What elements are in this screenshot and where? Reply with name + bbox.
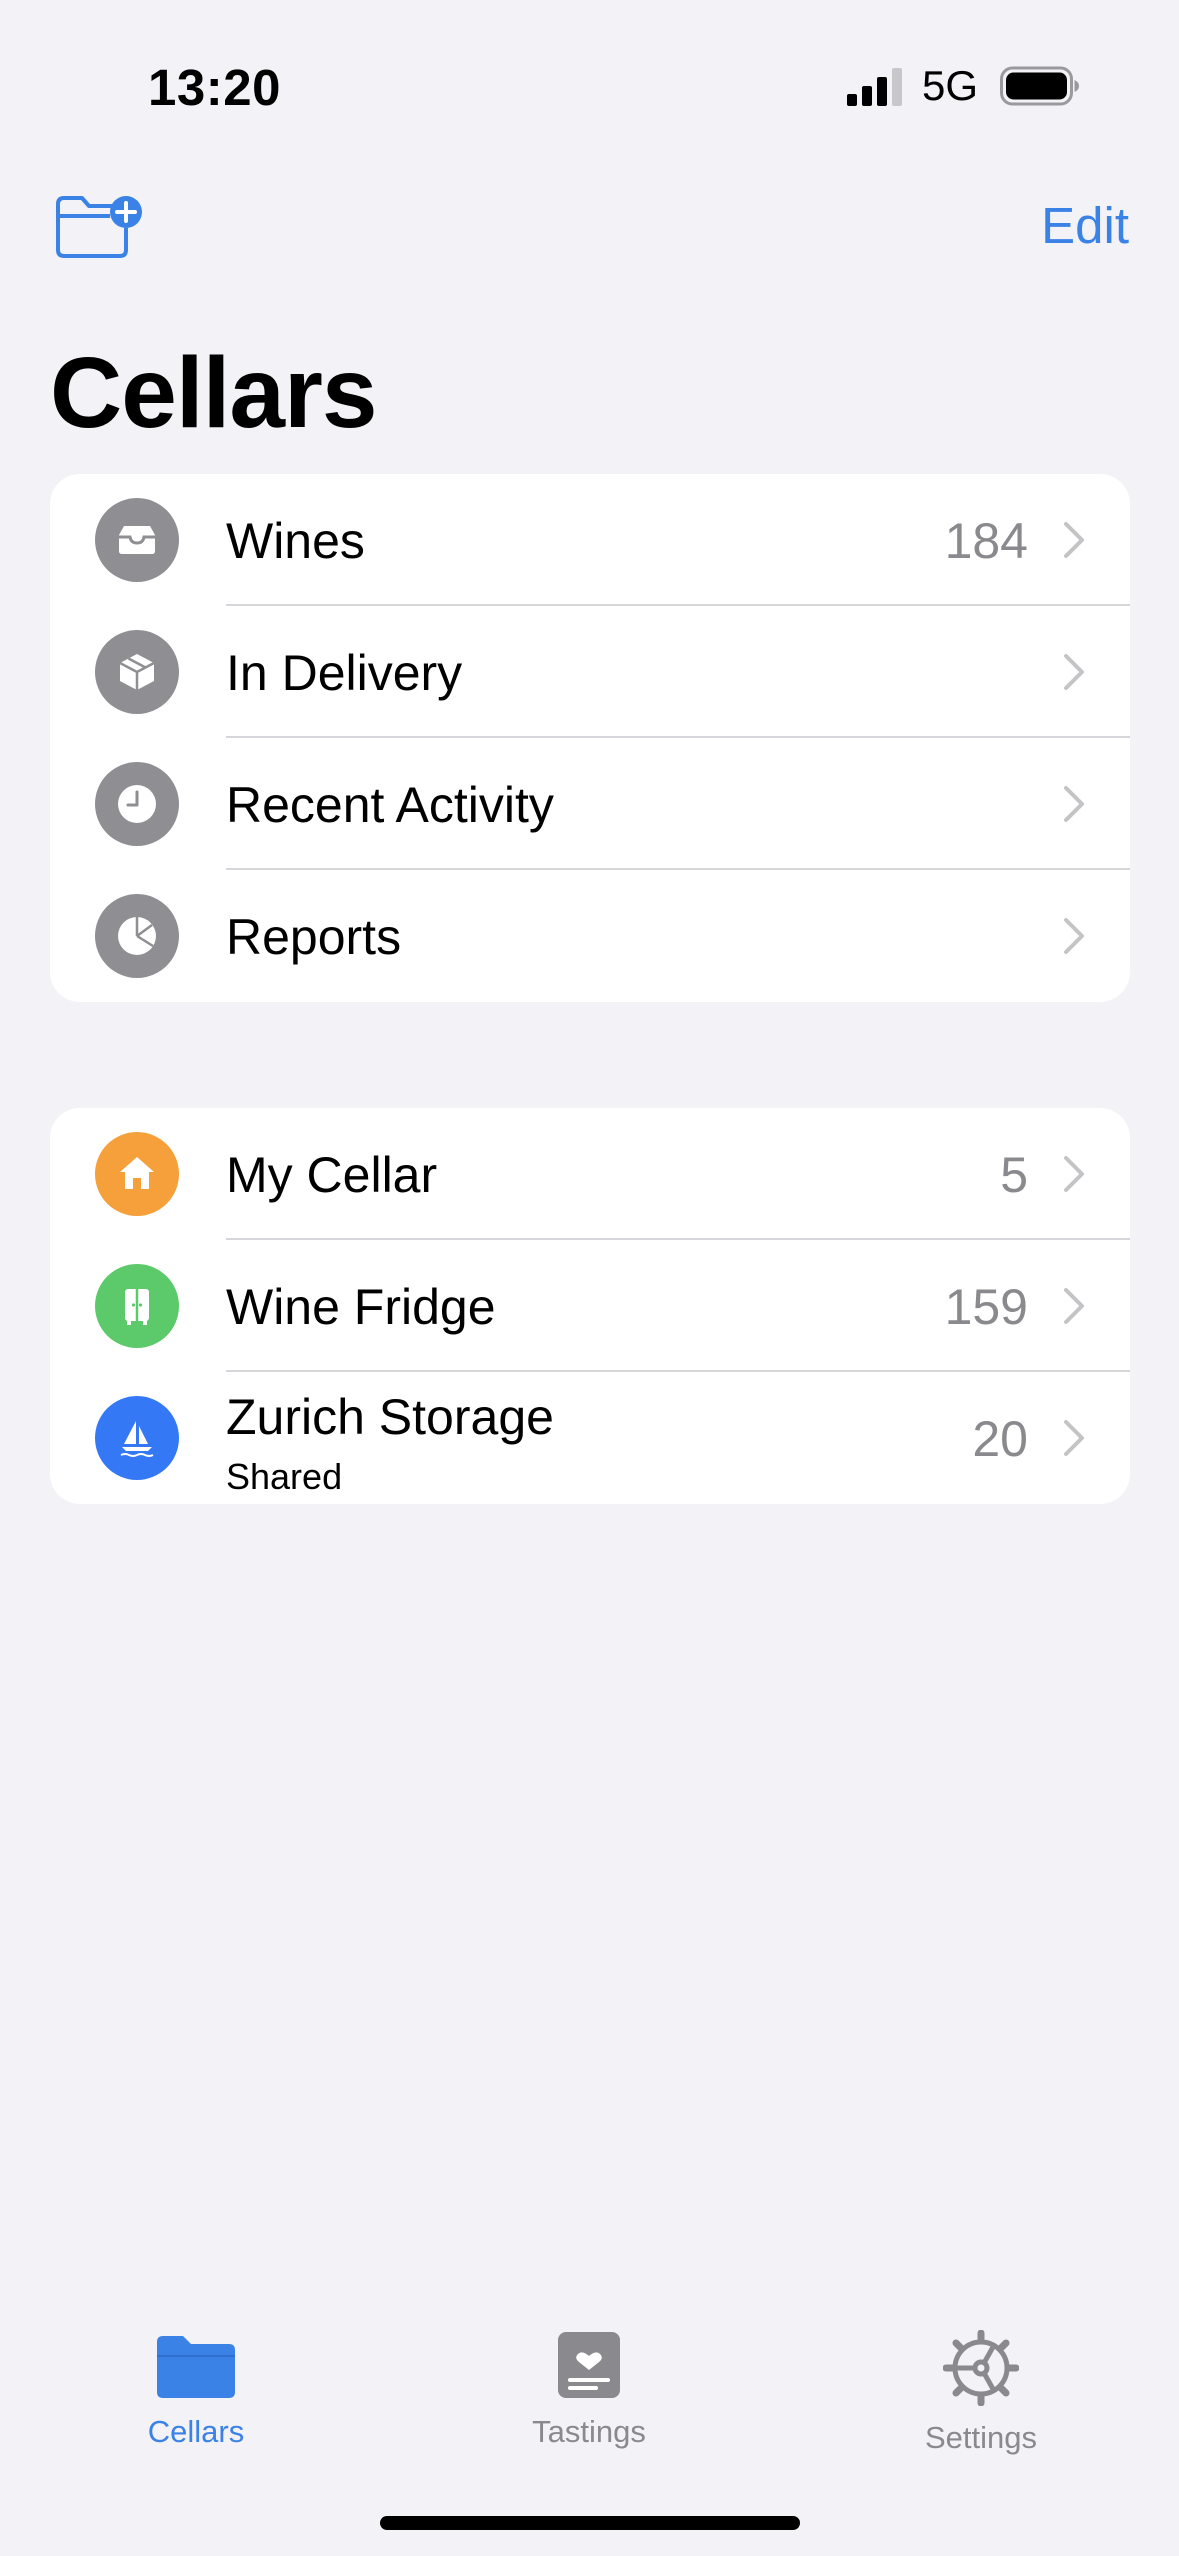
chevron-right-icon <box>1064 1288 1084 1324</box>
list-item-count: 20 <box>972 1411 1028 1467</box>
chevron-right-icon <box>1064 918 1084 954</box>
tab-cellars[interactable]: Cellars <box>76 2330 316 2450</box>
list-item-wine-fridge[interactable]: Wine Fridge 159 <box>50 1240 1130 1372</box>
status-bar: 13:20 5G <box>0 0 1179 170</box>
list-item-subtitle: Shared <box>226 1456 343 1497</box>
tab-settings[interactable]: Settings <box>861 2330 1101 2456</box>
list-item-count: 159 <box>944 1279 1028 1335</box>
list-item-reports[interactable]: Reports <box>50 870 1130 1002</box>
list-item-wines[interactable]: Wines 184 <box>50 474 1130 606</box>
chevron-right-icon <box>1064 654 1084 690</box>
list-item-count: 5 <box>1000 1147 1028 1203</box>
tab-tastings[interactable]: Tastings <box>469 2330 709 2450</box>
pie-chart-icon <box>95 894 179 978</box>
list-item-my-cellar[interactable]: My Cellar 5 <box>50 1108 1130 1240</box>
house-icon <box>95 1132 179 1216</box>
folder-icon <box>157 2336 235 2398</box>
clock-icon <box>95 762 179 846</box>
tab-label: Cellars <box>147 2414 245 2449</box>
page-title: Cellars <box>50 337 378 449</box>
list-item-label: Zurich Storage <box>226 1389 554 1445</box>
gear-icon <box>943 2330 1019 2406</box>
cellular-signal-icon <box>847 68 902 106</box>
new-folder-icon[interactable] <box>54 192 146 260</box>
chevron-right-icon <box>1064 522 1084 558</box>
list-item-label: My Cellar <box>226 1147 438 1203</box>
sailboat-icon <box>95 1396 179 1480</box>
tasting-note-icon <box>558 2332 620 2398</box>
list-item-label: Recent Activity <box>226 777 554 833</box>
list-item-recent-activity[interactable]: Recent Activity <box>50 738 1130 870</box>
status-time: 13:20 <box>148 59 281 116</box>
edit-button[interactable]: Edit <box>1041 196 1129 255</box>
tab-label: Tastings <box>532 2414 646 2449</box>
library-list: Wines 184 In Delivery Recent Activity Re… <box>50 474 1130 1002</box>
list-item-count: 184 <box>944 513 1028 569</box>
home-indicator <box>380 2516 800 2530</box>
list-item-label: Wines <box>226 513 365 569</box>
fridge-icon <box>95 1264 179 1348</box>
tab-label: Settings <box>924 2420 1037 2455</box>
chevron-right-icon <box>1064 1156 1084 1192</box>
chevron-right-icon <box>1064 786 1084 822</box>
tray-icon <box>95 498 179 582</box>
list-item-label: Wine Fridge <box>226 1279 496 1335</box>
cellar-list: My Cellar 5 Wine Fridge 159 Zurich Stora… <box>50 1108 1130 1504</box>
network-type: 5G <box>922 62 979 109</box>
chevron-right-icon <box>1064 1420 1084 1456</box>
list-item-label: In Delivery <box>226 645 463 701</box>
list-item-label: Reports <box>226 909 402 965</box>
list-item-zurich-storage[interactable]: Zurich Storage Shared 20 <box>50 1372 1130 1504</box>
battery-icon <box>1000 66 1079 106</box>
list-item-in-delivery[interactable]: In Delivery <box>50 606 1130 738</box>
shipping-box-icon <box>95 630 179 714</box>
